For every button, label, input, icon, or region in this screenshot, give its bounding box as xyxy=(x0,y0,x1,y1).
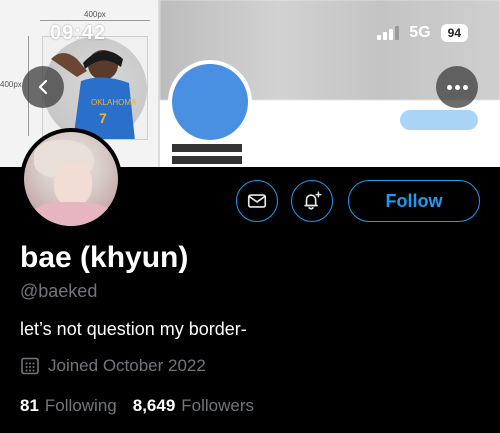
dimension-width-label: 400px xyxy=(84,10,106,19)
envelope-icon xyxy=(247,194,267,208)
profile-display-name: bae (khyun) xyxy=(20,241,189,274)
profile-avatar-image xyxy=(24,132,118,226)
svg-text:OKLAHOMA: OKLAHOMA xyxy=(91,98,137,107)
notify-button[interactable] xyxy=(291,180,333,222)
profile-handle: @baeked xyxy=(20,281,98,301)
status-time: 09:42 xyxy=(50,22,107,44)
battery-level: 94 xyxy=(440,24,468,42)
following-link[interactable]: 81 Following xyxy=(20,396,117,416)
profile-avatar[interactable] xyxy=(20,128,122,230)
follow-button[interactable]: Follow xyxy=(348,180,480,222)
status-bar-right: 5G 94 xyxy=(377,24,468,42)
bell-plus-icon xyxy=(304,191,322,210)
followers-count: 8,649 xyxy=(132,396,176,415)
placeholder-handle-bar xyxy=(172,156,242,164)
joined-date-text: Joined October 2022 xyxy=(48,356,206,375)
following-label: Following xyxy=(44,396,117,415)
more-options-button[interactable] xyxy=(436,66,478,108)
more-horizontal-icon xyxy=(446,84,452,90)
message-button[interactable] xyxy=(236,180,278,222)
profile-bio: let’s not question my border- xyxy=(20,319,247,339)
followers-label: Followers xyxy=(181,396,255,415)
profile-joined: Joined October 2022 xyxy=(20,356,206,376)
dimension-height-label: 400px xyxy=(0,80,22,89)
signal-strength-icon xyxy=(377,26,400,40)
calendar-icon xyxy=(21,357,39,375)
placeholder-button xyxy=(400,110,478,130)
following-count: 81 xyxy=(20,396,39,415)
network-type: 5G xyxy=(409,24,431,41)
followers-link[interactable]: 8,649 Followers xyxy=(133,396,254,416)
placeholder-name-bar xyxy=(172,144,242,152)
dimension-line-horizontal xyxy=(40,20,150,21)
profile-stats: 81 Following 8,649 Followers xyxy=(20,396,254,416)
chevron-left-icon xyxy=(38,79,48,95)
back-button[interactable] xyxy=(22,66,64,108)
placeholder-avatar xyxy=(172,64,248,140)
svg-text:7: 7 xyxy=(99,110,107,126)
